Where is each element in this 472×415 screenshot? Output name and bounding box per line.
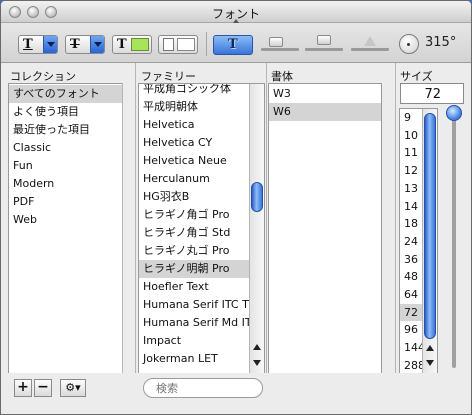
collection-list-item[interactable]: 最近使った項目 xyxy=(9,121,122,139)
add-collection-button[interactable]: + xyxy=(14,379,32,397)
font-search-input[interactable] xyxy=(143,378,263,398)
size-slider-knob[interactable] xyxy=(446,105,462,121)
family-list-item[interactable]: 平成角ゴシック体 xyxy=(139,84,249,98)
column-divider[interactable] xyxy=(135,63,136,373)
family-list-item[interactable]: Humana Serif Md ITC xyxy=(139,314,249,332)
toolbar-separator xyxy=(206,32,207,56)
dial-indicator-icon xyxy=(407,43,410,46)
family-list-item[interactable]: Helvetica Neue xyxy=(139,152,249,170)
column-divider[interactable] xyxy=(266,63,267,373)
family-list-item[interactable]: Impact xyxy=(139,332,249,350)
shadow-angle-dial[interactable] xyxy=(399,34,419,54)
size-list-item[interactable]: 144 xyxy=(400,339,422,357)
shadow-offset-track xyxy=(351,48,389,51)
family-list-item[interactable]: ヒラギノ丸ゴ Pro xyxy=(139,242,249,260)
size-scrollbar[interactable] xyxy=(422,109,437,373)
family-list-item[interactable]: Humana Serif ITC TT xyxy=(139,296,249,314)
size-slider-track xyxy=(452,118,456,368)
family-list-item[interactable]: HG羽衣B xyxy=(139,188,249,206)
typeface-header: 書体 xyxy=(271,70,293,83)
column-divider[interactable] xyxy=(395,63,396,373)
size-list-item[interactable]: 14 xyxy=(400,198,422,216)
size-list-item[interactable]: 72 xyxy=(400,303,422,322)
underline-icon: T xyxy=(23,37,33,52)
collection-list-item[interactable]: すべてのフォント xyxy=(9,85,122,103)
typeface-list-item[interactable]: W6 xyxy=(269,103,381,121)
family-list-item[interactable]: Herculanum xyxy=(139,170,249,188)
collection-list-item[interactable]: Classic xyxy=(9,139,122,157)
size-list-item[interactable]: 96 xyxy=(400,321,422,339)
size-field[interactable]: 72 xyxy=(400,83,464,104)
scroll-down-arrow-icon[interactable] xyxy=(426,360,434,366)
family-list-item[interactable]: Helvetica CY xyxy=(139,134,249,152)
text-color-swatch xyxy=(131,38,149,51)
family-scrollbar[interactable] xyxy=(249,84,264,373)
family-scroll-thumb[interactable] xyxy=(251,182,263,212)
collection-header: コレクション xyxy=(10,70,76,83)
family-list-item[interactable]: ヒラギノ明朝 Pro xyxy=(139,260,249,278)
family-header: ファミリー xyxy=(141,70,196,83)
chevron-down-icon xyxy=(90,36,104,53)
shadow-angle-value: 315° xyxy=(425,35,457,50)
family-list-item[interactable]: ヒラギノ角ゴ Std xyxy=(139,224,249,242)
shadow-offset-slider[interactable] xyxy=(364,36,376,46)
typeface-list-item[interactable]: W3 xyxy=(269,85,381,103)
size-list-item[interactable]: 10 xyxy=(400,127,422,145)
bottom-bar: + − ⚙▾ xyxy=(1,373,471,414)
collection-list-item[interactable]: Modern xyxy=(9,175,122,193)
size-list-item[interactable]: 9 xyxy=(400,109,422,127)
collection-list-item[interactable]: Web xyxy=(9,211,122,229)
shadow-opacity-track xyxy=(261,48,299,51)
size-list-item[interactable]: 288 xyxy=(400,357,422,373)
document-icon xyxy=(163,38,174,51)
size-list-item[interactable]: 11 xyxy=(400,144,422,162)
typeface-list[interactable]: W3 W6 xyxy=(268,83,382,374)
size-list-item[interactable]: 13 xyxy=(400,180,422,198)
size-header: サイズ xyxy=(400,70,433,83)
scroll-up-arrow-icon[interactable] xyxy=(426,345,434,351)
font-toolbar: T T T T 315° xyxy=(1,23,471,63)
text-color-button[interactable]: T xyxy=(112,35,152,54)
scroll-up-arrow-icon[interactable] xyxy=(253,344,261,350)
size-list-item[interactable]: 36 xyxy=(400,251,422,269)
underline-popup-button[interactable]: T xyxy=(18,35,58,54)
shadow-opacity-slider[interactable] xyxy=(269,37,283,47)
shadow-icon: T xyxy=(228,37,238,52)
strikethrough-icon: T xyxy=(70,37,80,52)
size-list[interactable]: 9101112131418243648647296144288 xyxy=(399,108,438,374)
size-list-item[interactable]: 48 xyxy=(400,268,422,286)
family-list-item[interactable]: Jokerman LET xyxy=(139,350,249,368)
family-list-item[interactable]: 平成明朝体 xyxy=(139,98,249,116)
action-menu-button[interactable]: ⚙▾ xyxy=(60,379,86,397)
family-list-item[interactable]: Hoefler Text xyxy=(139,278,249,296)
text-color-icon: T xyxy=(117,37,127,52)
family-list-item[interactable]: Helvetica xyxy=(139,116,249,134)
collection-list-gutter xyxy=(122,83,130,374)
remove-collection-button[interactable]: − xyxy=(34,379,52,397)
collection-list-item[interactable]: よく使う項目 xyxy=(9,103,122,121)
collection-list-item[interactable]: Fun xyxy=(9,157,122,175)
size-field-value: 72 xyxy=(424,87,441,102)
font-window: フォント T T T T 315° コレクション ファミリー 書体 サイズ すべ… xyxy=(0,0,472,415)
family-list-item[interactable]: ヒラギノ角ゴ Pro xyxy=(139,206,249,224)
strikethrough-popup-button[interactable]: T xyxy=(65,35,105,54)
text-shadow-toggle[interactable]: T xyxy=(213,35,253,55)
title-bar: フォント xyxy=(1,1,471,23)
document-color-swatch xyxy=(177,38,195,51)
shadow-blur-slider[interactable] xyxy=(317,35,331,45)
size-scroll-thumb[interactable] xyxy=(424,113,436,339)
family-list[interactable]: 平成角ゴシック体 平成明朝体 Helvetica Helvetica CY Helvet… xyxy=(138,83,265,374)
chevron-down-icon xyxy=(43,36,57,53)
collection-list-item[interactable]: PDF xyxy=(9,193,122,211)
size-list-item[interactable]: 18 xyxy=(400,215,422,233)
size-list-item[interactable]: 24 xyxy=(400,233,422,251)
scroll-down-arrow-icon[interactable] xyxy=(253,360,261,366)
size-list-item[interactable]: 12 xyxy=(400,162,422,180)
document-color-button[interactable] xyxy=(158,35,198,54)
shadow-blur-track xyxy=(305,48,343,51)
size-list-item[interactable]: 64 xyxy=(400,286,422,304)
collection-list[interactable]: すべてのフォント よく使う項目 最近使った項目 Classic Fun Modern PDF… xyxy=(8,83,123,374)
